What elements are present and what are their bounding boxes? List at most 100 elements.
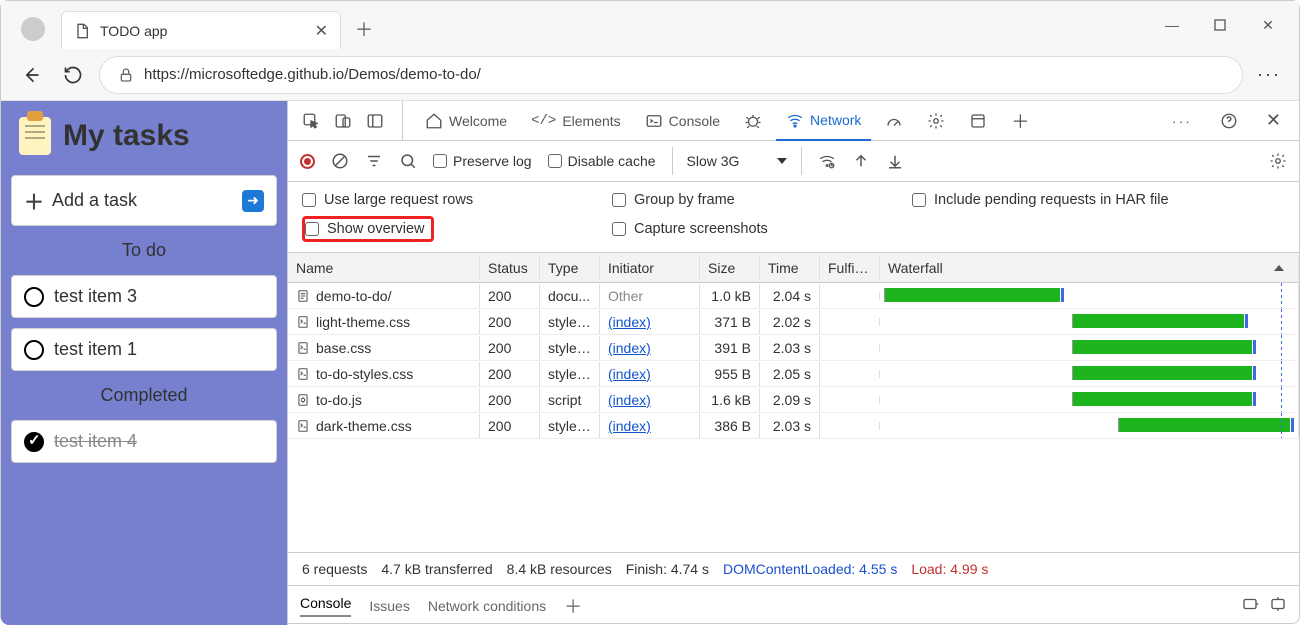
request-status: 200 [480,414,540,438]
request-time: 2.02 s [760,310,820,334]
new-tab-button[interactable]: ＋ [345,10,383,48]
task-item-completed[interactable]: test item 4 [11,420,277,463]
unchecked-circle-icon[interactable] [24,340,44,360]
url-input[interactable]: https://microsoftedge.github.io/Demos/de… [99,56,1243,94]
dock-side-button[interactable] [360,101,390,141]
preserve-log-checkbox[interactable]: Preserve log [433,153,532,169]
request-size: 371 B [700,310,760,334]
checked-circle-icon[interactable] [24,432,44,452]
sort-ascending-icon[interactable] [1274,265,1284,271]
more-tabs-button[interactable]: ＋ [1001,101,1039,141]
throttle-select[interactable]: Slow 3G [687,153,740,169]
close-window-button[interactable]: ✕ [1245,9,1291,41]
col-time: Time [760,256,820,280]
search-button[interactable] [399,152,417,170]
table-row[interactable]: base.css 200 styles... (index) 391 B 2.0… [288,335,1299,361]
table-row[interactable]: light-theme.css 200 styles... (index) 37… [288,309,1299,335]
request-initiator: (index) [600,336,700,360]
network-status-bar: 6 requests 4.7 kB transferred 8.4 kB res… [288,552,1299,585]
table-row[interactable]: to-do-styles.css 200 styles... (index) 9… [288,361,1299,387]
close-tab-icon[interactable]: ✕ [315,21,328,41]
drawer-expand-icon[interactable] [1241,595,1259,616]
table-row[interactable]: dark-theme.css 200 styles... (index) 386… [288,413,1299,439]
help-icon[interactable] [1210,101,1248,141]
drawer-tab-issues[interactable]: Issues [369,598,409,614]
inspect-element-button[interactable] [296,101,326,141]
network-conditions-icon[interactable] [818,152,836,170]
show-overview-checkbox[interactable]: Show overview [305,221,425,237]
import-har-button[interactable] [852,152,870,170]
back-button[interactable] [15,59,47,91]
tab-elements[interactable]: </>Elements [521,101,631,141]
request-status: 200 [480,388,540,412]
disable-cache-checkbox[interactable]: Disable cache [548,153,656,169]
task-item[interactable]: test item 3 [11,275,277,318]
capture-screenshots-checkbox[interactable]: Capture screenshots [612,216,912,242]
browser-menu-button[interactable]: ··· [1253,64,1285,85]
drawer-collapse-icon[interactable] [1269,595,1287,616]
devtools-menu-button[interactable]: ··· [1162,101,1202,141]
waterfall-cell [880,361,1299,386]
add-drawer-tab-button[interactable]: ＋ [564,593,582,619]
request-initiator: (index) [600,388,700,412]
clear-button[interactable] [331,152,349,170]
request-size: 391 B [700,336,760,360]
chevron-down-icon[interactable] [777,158,787,164]
filter-button[interactable] [365,152,383,170]
initiator-link[interactable]: (index) [608,392,651,408]
file-icon [296,419,310,433]
large-rows-checkbox[interactable]: Use large request rows [302,192,612,208]
url-text: https://microsoftedge.github.io/Demos/de… [144,66,481,83]
tab-welcome[interactable]: Welcome [415,101,517,141]
waterfall-cell [880,309,1299,334]
add-task-button[interactable]: ＋ Add a task ➜ [11,175,277,226]
task-item[interactable]: test item 1 [11,328,277,371]
device-toggle-button[interactable] [328,101,358,141]
app-title: My tasks [63,119,190,153]
col-type: Type [540,256,600,280]
refresh-button[interactable] [57,59,89,91]
tab-console[interactable]: Console [635,101,730,141]
file-icon [296,341,310,355]
initiator-link[interactable]: (index) [608,418,651,434]
app-icon[interactable] [959,101,997,141]
devtools-panel: Welcome </>Elements Console Network ＋ ··… [287,101,1299,625]
table-row[interactable]: to-do.js 200 script (index) 1.6 kB 2.09 … [288,387,1299,413]
browser-tab[interactable]: TODO app ✕ [61,11,341,49]
request-type: script [540,388,600,412]
unchecked-circle-icon[interactable] [24,287,44,307]
pending-har-checkbox[interactable]: Include pending requests in HAR file [912,192,1285,208]
bug-icon[interactable] [734,101,772,141]
gear-icon[interactable] [917,101,955,141]
table-header[interactable]: Name Status Type Initiator Size Time Ful… [288,253,1299,283]
initiator-link[interactable]: (index) [608,314,651,330]
network-settings-icon[interactable] [1269,152,1287,170]
request-name: dark-theme.css [316,418,412,434]
drawer-tab-network-conditions[interactable]: Network conditions [428,598,546,614]
submit-arrow-icon[interactable]: ➜ [242,190,264,212]
app-header: My tasks [11,111,277,165]
profile-avatar[interactable] [21,17,45,41]
request-initiator: (index) [600,414,700,438]
table-row[interactable]: demo-to-do/ 200 docu... Other 1.0 kB 2.0… [288,283,1299,309]
close-devtools-button[interactable]: ✕ [1256,101,1291,141]
request-status: 200 [480,336,540,360]
initiator-link[interactable]: (index) [608,366,651,382]
maximize-button[interactable] [1197,9,1243,41]
drawer-tab-console[interactable]: Console [300,595,351,617]
request-fulfilled [820,422,880,430]
request-fulfilled [820,292,880,300]
group-by-frame-checkbox[interactable]: Group by frame [612,192,912,208]
add-task-label: Add a task [52,190,137,211]
col-status: Status [480,256,540,280]
export-har-button[interactable] [886,152,904,170]
tab-network[interactable]: Network [776,101,871,141]
record-button[interactable] [300,154,315,169]
completed-section-header: Completed [11,381,277,410]
file-icon [296,367,310,381]
waterfall-cell [880,387,1299,412]
request-fulfilled [820,344,880,352]
minimize-button[interactable]: ― [1149,9,1195,41]
performance-icon[interactable] [875,101,913,141]
initiator-link[interactable]: (index) [608,340,651,356]
